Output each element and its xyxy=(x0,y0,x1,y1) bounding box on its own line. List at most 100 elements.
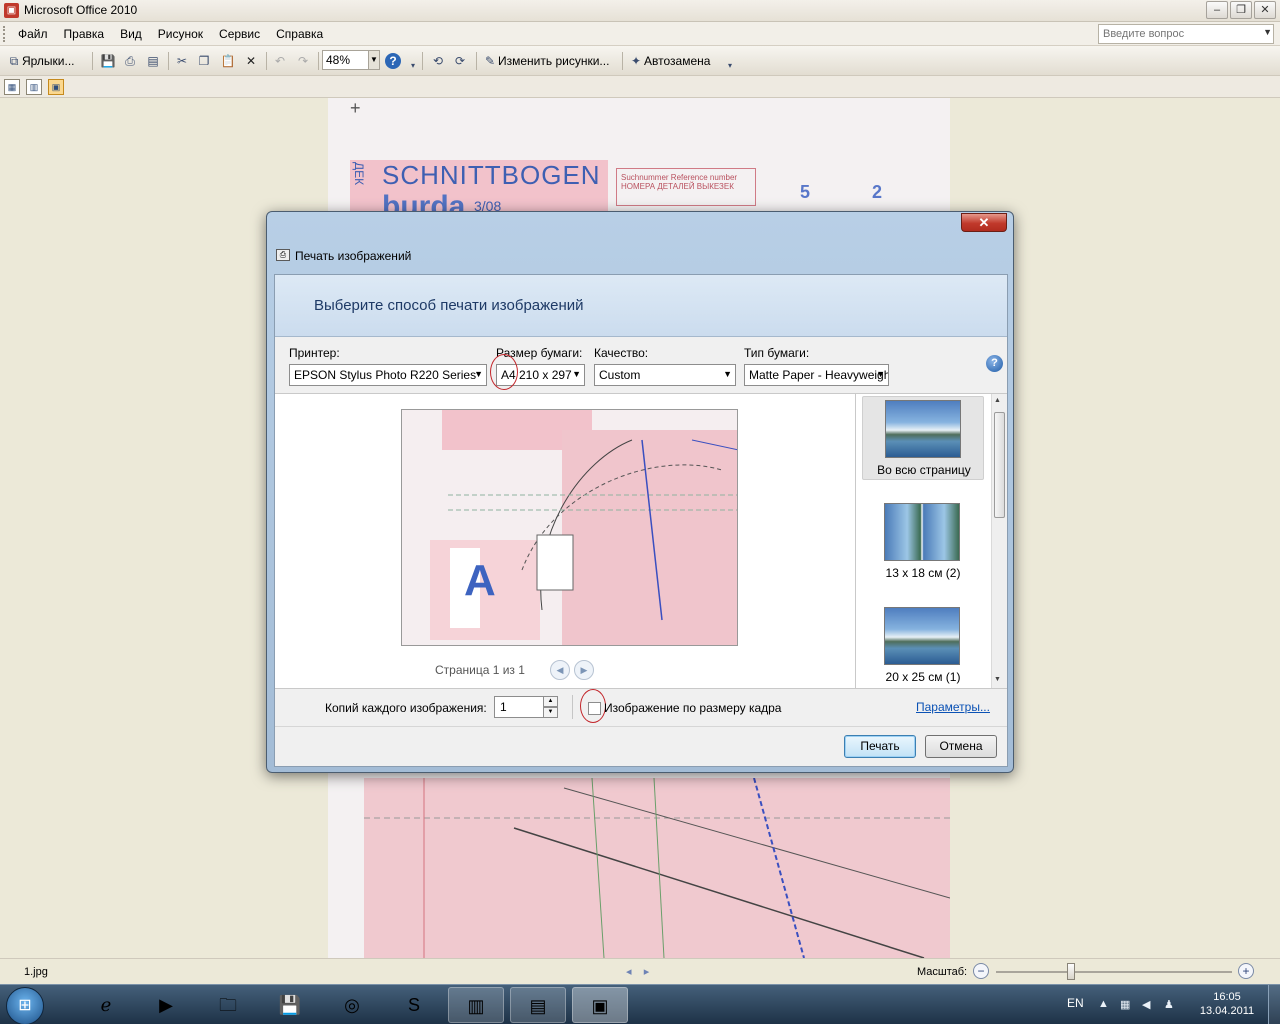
restore-button[interactable]: ❐ xyxy=(1230,1,1252,19)
layout-20x25[interactable]: 20 x 25 см (1) xyxy=(862,604,984,688)
toolbar-separator xyxy=(422,52,423,70)
help-button[interactable]: ? xyxy=(385,51,401,71)
toolbar-options-button[interactable]: ▾ xyxy=(405,56,421,76)
zoom-slider-thumb[interactable] xyxy=(1067,963,1075,980)
start-button[interactable]: ⊞ xyxy=(6,987,44,1024)
skype-icon[interactable]: S xyxy=(386,987,442,1023)
zoom-slider-label: Масштаб: xyxy=(917,966,968,978)
clock-time: 16:05 xyxy=(1213,991,1241,1003)
print-preview-image: A xyxy=(401,409,738,646)
app-icon[interactable]: ▣ xyxy=(4,3,19,18)
autocorrect-button[interactable]: ✦ Автозамена xyxy=(628,51,710,71)
zoom-combo[interactable]: 48% ▼ xyxy=(322,50,380,70)
zoom-dropdown-icon[interactable]: ▼ xyxy=(368,51,379,69)
zoom-in-icon[interactable]: + xyxy=(1238,963,1254,979)
copies-input[interactable]: 1 xyxy=(494,696,546,718)
chrome-icon[interactable]: ◎ xyxy=(324,987,380,1023)
show-desktop-button[interactable] xyxy=(1268,985,1280,1024)
next-page-icon[interactable]: ▶ xyxy=(574,660,594,680)
previous-page-icon[interactable]: ◀ xyxy=(550,660,570,680)
paste-button[interactable]: 📋 xyxy=(220,51,236,71)
help-search-input[interactable] xyxy=(1098,24,1274,44)
save-disk-icon[interactable]: 💾 xyxy=(262,987,318,1023)
paper-type-select[interactable]: Matte Paper - Heavyweight ▼ xyxy=(744,364,889,386)
dialog-title: Печать изображений xyxy=(295,249,412,263)
scroll-up-icon[interactable]: ▲ xyxy=(994,397,1001,404)
zoom-out-icon[interactable]: − xyxy=(973,963,989,979)
copy-button[interactable]: ❐ xyxy=(196,51,212,71)
pattern-brand: SCHNITTBOGEN xyxy=(382,160,601,190)
explorer-folder-icon[interactable]: 🗀 xyxy=(200,987,256,1023)
menu-help[interactable]: Справка xyxy=(268,27,331,41)
quality-select[interactable]: Custom ▼ xyxy=(594,364,736,386)
internet-explorer-icon[interactable]: ℯ xyxy=(78,987,134,1023)
help-icon[interactable]: ? xyxy=(986,355,1003,372)
menu-picture[interactable]: Рисунок xyxy=(150,27,211,41)
menu-edit[interactable]: Правка xyxy=(56,27,113,41)
menu-tools[interactable]: Сервис xyxy=(211,27,268,41)
thumbnail-view-icon[interactable]: ▦ xyxy=(4,79,20,95)
layout-caption: 20 x 25 см (1) xyxy=(885,670,961,684)
undo-button[interactable]: ↶ xyxy=(272,51,288,71)
system-clock[interactable]: 16:05 13.04.2011 xyxy=(1196,990,1258,1018)
scroll-down-icon[interactable]: ▼ xyxy=(994,676,1001,683)
layout-scrollbar[interactable]: ▲ ▼ xyxy=(991,394,1007,688)
svg-text:A: A xyxy=(464,556,496,605)
layout-thumbnail xyxy=(884,607,960,665)
app-tray-icon[interactable]: ♟ xyxy=(1164,998,1174,1011)
menu-grip[interactable] xyxy=(3,26,7,42)
archive-icon[interactable]: ▤ xyxy=(510,987,566,1023)
chevron-down-icon: ▼ xyxy=(876,369,885,379)
menu-file[interactable]: Файл xyxy=(10,27,56,41)
dialog-close-button[interactable]: ✕ xyxy=(961,213,1007,232)
dialog-heading: Выберите способ печати изображений xyxy=(314,297,584,314)
scrollbar-thumb[interactable] xyxy=(994,412,1005,518)
minimize-button[interactable]: – xyxy=(1206,1,1228,19)
copies-label: Копий каждого изображения: xyxy=(325,701,487,715)
print-preview-button[interactable]: ▤ xyxy=(145,51,161,71)
print-button[interactable]: Печать xyxy=(844,735,916,758)
rotate-right-button[interactable]: ⟳ xyxy=(452,51,468,71)
pattern-lower-area xyxy=(364,777,950,958)
dialog-content: Выберите способ печати изображений Принт… xyxy=(274,274,1008,767)
cut-button[interactable]: ✂ xyxy=(174,51,190,71)
volume-icon[interactable]: ◀ xyxy=(1142,998,1150,1011)
layout-caption: Во всю страницу xyxy=(877,463,971,477)
rotate-left-icon: ⟲ xyxy=(432,54,444,68)
filmstrip-view-icon[interactable]: ▥ xyxy=(26,79,42,95)
layout-full-page[interactable]: Во всю страницу xyxy=(862,396,984,480)
paper-type-label: Тип бумаги: xyxy=(744,346,810,360)
help-search-dropdown-icon[interactable]: ▼ xyxy=(1263,27,1272,37)
print-button[interactable]: ⎙ xyxy=(122,51,138,71)
layout-13x18[interactable]: 13 x 18 см (2) xyxy=(862,500,984,584)
options-link[interactable]: Параметры... xyxy=(916,700,990,714)
spinner-down-icon[interactable]: ▼ xyxy=(543,707,558,718)
picture-nav-arrows-icon[interactable]: ◂ ▸ xyxy=(626,965,649,978)
pattern-side-label: ДЕК xyxy=(352,162,366,186)
save-button[interactable]: 💾 xyxy=(100,51,116,71)
language-indicator[interactable]: EN xyxy=(1067,996,1084,1010)
single-picture-view-icon[interactable]: ▣ xyxy=(48,79,64,95)
cancel-button[interactable]: Отмена xyxy=(925,735,997,758)
quality-label: Качество: xyxy=(594,346,649,360)
sticky-app-icon[interactable]: ▥ xyxy=(448,987,504,1023)
close-button[interactable]: ✕ xyxy=(1254,1,1276,19)
page-indicator: Страница 1 из 1 xyxy=(435,663,525,677)
shortcuts-button[interactable]: ⧉ Ярлыки... xyxy=(6,51,75,71)
zoom-slider-track[interactable] xyxy=(996,971,1232,973)
rotate-left-button[interactable]: ⟲ xyxy=(430,51,446,71)
redo-button[interactable]: ↷ xyxy=(295,51,311,71)
delete-button[interactable]: ✕ xyxy=(243,51,259,71)
edit-pictures-button[interactable]: ✎ Изменить рисунки... xyxy=(482,51,609,71)
show-hidden-icons-icon[interactable]: ▲ xyxy=(1098,998,1109,1010)
copies-spinner[interactable]: ▲ ▼ xyxy=(543,696,558,718)
spinner-up-icon[interactable]: ▲ xyxy=(543,696,558,707)
office-picture-manager-icon[interactable]: ▣ xyxy=(572,987,628,1023)
media-player-icon[interactable]: ▶ xyxy=(138,987,194,1023)
printer-label: Принтер: xyxy=(289,346,340,360)
network-icon[interactable]: ▦ xyxy=(1120,998,1130,1011)
toolbar-options-button[interactable]: ▾ xyxy=(722,56,738,76)
layout-thumbnail xyxy=(885,400,961,458)
menu-view[interactable]: Вид xyxy=(112,27,150,41)
printer-select[interactable]: EPSON Stylus Photo R220 Series ▼ xyxy=(289,364,487,386)
